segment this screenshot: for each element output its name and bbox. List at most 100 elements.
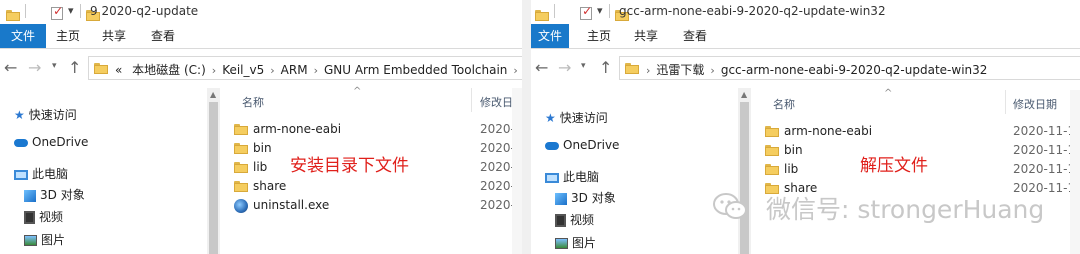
scroll-up-icon[interactable]: ▲ — [741, 90, 747, 99]
column-divider[interactable] — [1005, 90, 1006, 114]
tab-share[interactable]: 共享 — [92, 24, 136, 48]
scroll-up-icon[interactable]: ▲ — [210, 90, 216, 99]
folder-icon — [94, 63, 108, 74]
chevron-right-icon: › — [513, 64, 518, 77]
window-title: gcc-arm-none-eabi-9-2020-q2-update-win32 — [619, 4, 886, 18]
file-name: bin — [784, 143, 803, 157]
file-row[interactable]: arm-none-eabi 2020-11 — [226, 120, 522, 139]
back-arrow-icon[interactable]: ← — [4, 59, 17, 77]
tab-file[interactable]: 文件 — [0, 24, 46, 48]
tab-view[interactable]: 查看 — [141, 24, 185, 48]
file-name: lib — [784, 162, 799, 176]
divider — [554, 4, 555, 18]
nav-item-onedrive[interactable]: OneDrive — [14, 135, 88, 149]
folder-icon — [234, 181, 248, 192]
nav-pane-scrollbar[interactable]: ▲ — [738, 88, 751, 254]
breadcrumb-item[interactable]: GNU Arm Embedded Toolchain — [324, 63, 507, 77]
column-header-date[interactable]: 修改日期 — [1013, 96, 1057, 112]
tab-file[interactable]: 文件 — [531, 24, 569, 48]
file-list-scrollbar[interactable] — [512, 88, 522, 254]
star-icon: ★ — [545, 111, 556, 125]
nav-item-label: 快速访问 — [28, 108, 77, 122]
nav-item-label: OneDrive — [563, 138, 620, 152]
chevron-right-icon: › — [710, 64, 715, 77]
nav-item-label: 此电脑 — [563, 170, 600, 184]
customize-qa-dropdown-icon[interactable]: ▾ — [68, 4, 74, 20]
nav-item-onedrive[interactable]: OneDrive — [545, 138, 619, 152]
breadcrumb-item[interactable]: ARM — [281, 63, 308, 77]
nav-item-label: 3D 对象 — [40, 188, 85, 202]
nav-item-videos[interactable]: 视频 — [555, 211, 594, 228]
column-header-name[interactable]: 名称 — [773, 96, 795, 112]
file-name: arm-none-eabi — [253, 122, 342, 136]
breadcrumb: › 迅雷下载 › gcc-arm-none-eabi-9-2020-q2-update… — [646, 61, 987, 78]
window-title: 9 2020-q2-update — [90, 4, 199, 18]
scrollbar-thumb[interactable] — [209, 102, 218, 254]
nav-item-3d-objects[interactable]: 3D 对象 — [555, 189, 616, 206]
tab-view[interactable]: 查看 — [673, 24, 717, 48]
folder-icon — [765, 145, 779, 156]
up-arrow-icon[interactable]: ↑ — [599, 59, 612, 77]
nav-item-label: 图片 — [41, 233, 66, 247]
navigation-pane: ★ 快速访问 OneDrive 此电脑 3D 对象 视频 图片 — [0, 88, 207, 254]
nav-item-3d-objects[interactable]: 3D 对象 — [24, 186, 85, 203]
nav-item-pictures[interactable]: 图片 — [24, 231, 65, 248]
column-divider[interactable] — [471, 88, 472, 112]
tab-home[interactable]: 主页 — [46, 24, 90, 48]
back-arrow-icon[interactable]: ← — [535, 59, 548, 77]
address-bar[interactable]: « 本地磁盘 (C:) › Keil_v5 › ARM › GNU Arm Embedded… — [88, 56, 522, 80]
address-bar[interactable]: › 迅雷下载 › gcc-arm-none-eabi-9-2020-q2-update… — [619, 56, 1080, 80]
file-row[interactable]: arm-none-eabi 2020-11-16 1 — [757, 122, 1080, 141]
chevron-right-icon: › — [313, 64, 318, 77]
folder-icon — [234, 162, 248, 173]
breadcrumb-item[interactable]: 本地磁盘 (C:) — [132, 63, 206, 77]
file-name: bin — [253, 141, 272, 155]
breadcrumb-item[interactable]: 迅雷下载 — [656, 63, 704, 77]
column-header-name[interactable]: 名称 — [242, 94, 264, 110]
file-row[interactable]: uninstall.exe 2020-11 — [226, 196, 522, 215]
forward-arrow-icon[interactable]: → — [558, 59, 571, 77]
nav-item-label: 视频 — [39, 210, 64, 224]
computer-icon — [14, 169, 28, 180]
file-name: share — [253, 179, 287, 193]
nav-item-quick-access[interactable]: ★ 快速访问 — [14, 106, 77, 123]
nav-item-this-pc[interactable]: 此电脑 — [545, 168, 599, 185]
recent-locations-chevron-icon[interactable]: ▾ — [581, 61, 586, 71]
recent-locations-chevron-icon[interactable]: ▾ — [52, 61, 57, 71]
annotation-extracted: 解压文件 — [860, 156, 928, 176]
breadcrumb-overflow[interactable]: « — [115, 63, 122, 77]
divider — [25, 4, 26, 18]
forward-arrow-icon[interactable]: → — [28, 59, 41, 77]
up-arrow-icon[interactable]: ↑ — [68, 59, 81, 77]
scrollbar-thumb[interactable] — [740, 102, 749, 254]
title-bar: ▾ gcc-arm-none-eabi-9-2020-q2-update-win… — [531, 0, 1080, 24]
annotation-install-dir: 安装目录下文件 — [290, 156, 409, 176]
tab-share[interactable]: 共享 — [624, 24, 668, 48]
nav-pane-scrollbar[interactable]: ▲ — [207, 88, 220, 254]
nav-item-this-pc[interactable]: 此电脑 — [14, 165, 68, 182]
ribbon-tabs: 文件 主页 共享 查看 — [0, 24, 522, 49]
file-name: arm-none-eabi — [784, 124, 873, 138]
nav-item-quick-access[interactable]: ★ 快速访问 — [545, 109, 608, 126]
navigation-bar: ← → ▾ ↑ › 迅雷下载 › gcc-arm-none-eabi-9-2020-q… — [531, 49, 1080, 87]
nav-item-pictures[interactable]: 图片 — [555, 234, 596, 251]
breadcrumb-item[interactable]: Keil_v5 — [222, 63, 264, 77]
customize-qa-dropdown-icon[interactable]: ▾ — [597, 4, 603, 20]
navigation-bar: ← → ▾ ↑ « 本地磁盘 (C:) › Keil_v5 › ARM › GNU Arm … — [0, 49, 522, 87]
3d-cube-icon — [555, 192, 567, 205]
breadcrumb: « 本地磁盘 (C:) › Keil_v5 › ARM › GNU Arm Embedded… — [115, 61, 522, 78]
picture-icon — [24, 235, 37, 246]
breadcrumb-item[interactable]: gcc-arm-none-eabi-9-2020-q2-update-win32 — [721, 63, 988, 77]
3d-cube-icon — [24, 189, 36, 202]
file-row[interactable]: share 2020-11 — [226, 177, 522, 196]
nav-item-label: OneDrive — [32, 135, 89, 149]
window-gap — [522, 0, 531, 254]
properties-icon[interactable] — [51, 4, 63, 20]
nav-item-videos[interactable]: 视频 — [24, 208, 63, 225]
file-list-scrollbar[interactable] — [1070, 90, 1080, 254]
tab-home[interactable]: 主页 — [577, 24, 621, 48]
sort-ascending-icon: ^ — [353, 86, 362, 97]
folder-icon — [535, 10, 549, 21]
properties-icon[interactable] — [580, 4, 592, 20]
nav-item-label: 快速访问 — [559, 111, 608, 125]
